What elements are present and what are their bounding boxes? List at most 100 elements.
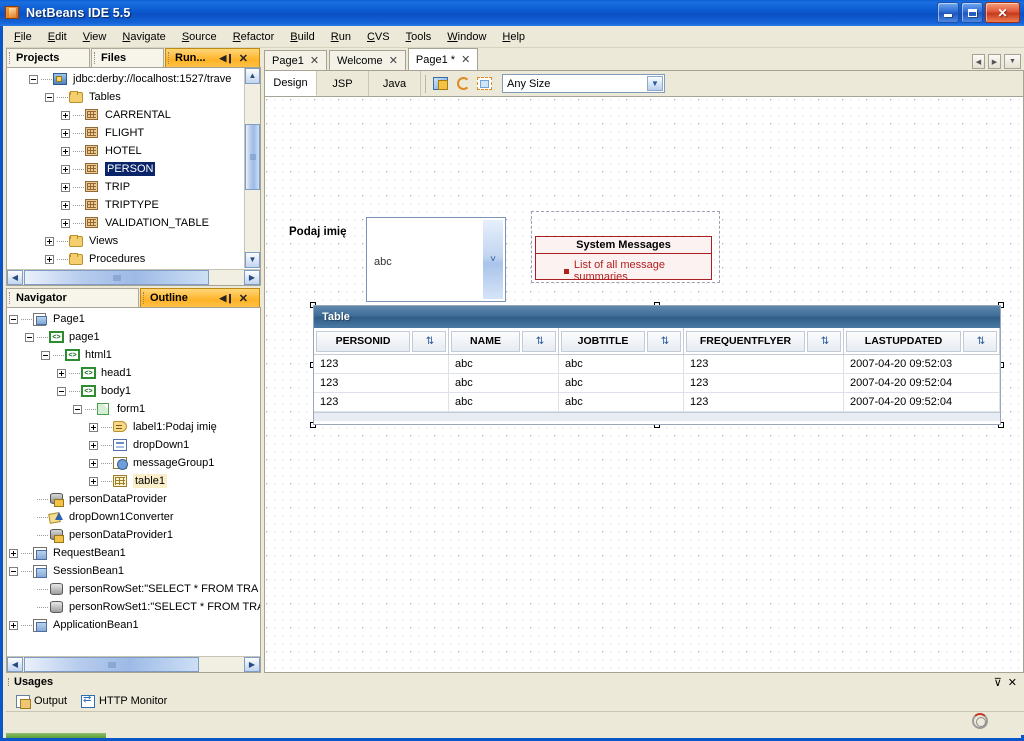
- tree-node[interactable]: table1: [7, 472, 260, 490]
- table-row[interactable]: 123 abc abc 123 2007-04-20 09:52:04: [314, 374, 1000, 393]
- collapse-icon[interactable]: [9, 566, 18, 576]
- refresh-icon[interactable]: [453, 74, 473, 94]
- close-button[interactable]: ✕: [985, 2, 1020, 23]
- expand-icon[interactable]: [9, 548, 18, 558]
- tree-node[interactable]: <> head1: [7, 364, 260, 382]
- expand-icon[interactable]: [61, 164, 70, 174]
- tab-files[interactable]: Files: [91, 48, 164, 67]
- tree-node[interactable]: PERSON: [7, 160, 243, 178]
- editor-tab-page1-modified[interactable]: Page1 * ✕: [407, 48, 479, 70]
- table-row[interactable]: 123 abc abc 123 2007-04-20 09:52:03: [314, 355, 1000, 374]
- tree-node[interactable]: TRIPTYPE: [7, 196, 243, 214]
- scroll-left-button[interactable]: ◀: [7, 270, 23, 285]
- menu-navigate[interactable]: Navigate: [114, 29, 173, 45]
- tree-node[interactable]: Views: [7, 232, 243, 250]
- tree-node[interactable]: jdbc:derby://localhost:1527/trave: [7, 70, 243, 88]
- menu-cvs[interactable]: CVS: [359, 29, 398, 45]
- menu-refactor[interactable]: Refactor: [225, 29, 283, 45]
- expand-icon[interactable]: [61, 182, 70, 192]
- scroll-right-button[interactable]: ▶: [244, 270, 260, 285]
- outline-tree[interactable]: Page1 <> page1 <> html1 <> head1 <> body1 form1 la…: [7, 308, 260, 655]
- view-tab-jsp[interactable]: JSP: [317, 71, 369, 96]
- sort-arrows-icon[interactable]: ⇅: [412, 330, 446, 352]
- tree-node[interactable]: form1: [7, 400, 260, 418]
- tab-runtime[interactable]: Run... ◀❙ ✕: [165, 48, 260, 67]
- design-label1[interactable]: Podaj imię: [289, 226, 347, 238]
- close-navigator-icon[interactable]: ✕: [239, 292, 248, 305]
- expand-icon[interactable]: [89, 476, 98, 486]
- tree-node[interactable]: personDataProvider1: [7, 526, 260, 544]
- expand-icon[interactable]: [61, 200, 70, 210]
- design-dropdown1[interactable]: abc ˅: [366, 217, 506, 302]
- menu-build[interactable]: Build: [282, 29, 322, 45]
- tree-node[interactable]: SessionBean1: [7, 562, 260, 580]
- view-tab-java[interactable]: Java: [369, 71, 421, 96]
- menu-edit[interactable]: Edit: [40, 29, 75, 45]
- chevron-down-icon[interactable]: ▼: [647, 76, 663, 91]
- runtime-tree-hscrollbar[interactable]: ◀ ▶: [7, 269, 260, 285]
- design-table1[interactable]: Table PERSONID ⇅ NAME ⇅ JOBTITLE ⇅ FREQUENTFLY…: [313, 305, 1001, 425]
- tree-node[interactable]: HOTEL: [7, 142, 243, 160]
- expand-icon[interactable]: [45, 254, 54, 264]
- tree-node[interactable]: ApplicationBean1: [7, 616, 260, 634]
- collapse-icon[interactable]: [9, 314, 18, 324]
- close-panel-icon[interactable]: ✕: [239, 52, 248, 65]
- collapse-icon[interactable]: [25, 332, 34, 342]
- expand-icon[interactable]: [61, 146, 70, 156]
- dropdown-chevron-icon[interactable]: ˅: [483, 220, 503, 299]
- expand-icon[interactable]: [9, 620, 18, 630]
- tree-node[interactable]: Procedures: [7, 250, 243, 268]
- expand-icon[interactable]: [61, 128, 70, 138]
- tab-next-button[interactable]: ▶: [988, 54, 1001, 69]
- outline-scroll-left-button[interactable]: ◀: [7, 657, 23, 672]
- collapse-icon[interactable]: [29, 74, 38, 84]
- tab-navigator[interactable]: Navigator: [6, 288, 139, 307]
- editor-tab-page1-close-icon[interactable]: ✕: [310, 54, 319, 67]
- expand-icon[interactable]: [61, 218, 70, 228]
- table-row[interactable]: 123 abc abc 123 2007-04-20 09:52:04: [314, 393, 1000, 412]
- expand-icon[interactable]: [89, 422, 98, 432]
- hscroll-thumb[interactable]: [24, 270, 209, 285]
- expand-icon[interactable]: [89, 458, 98, 468]
- tree-node[interactable]: personRowSet1:"SELECT * FROM TRA│: [7, 598, 260, 616]
- menu-source[interactable]: Source: [174, 29, 225, 45]
- minimize-usages-icon[interactable]: ⊽: [994, 676, 1002, 689]
- collapse-icon[interactable]: [45, 92, 54, 102]
- tab-projects[interactable]: Projects: [6, 48, 90, 67]
- expand-icon[interactable]: [45, 236, 54, 246]
- vscroll-thumb[interactable]: [245, 124, 260, 190]
- close-usages-icon[interactable]: ✕: [1008, 676, 1017, 689]
- tree-node[interactable]: dropDown1Converter: [7, 508, 260, 526]
- sort-arrows-icon[interactable]: ⇅: [807, 330, 841, 352]
- design-message-group1[interactable]: System Messages List of all message summ…: [531, 211, 720, 283]
- tab-prev-button[interactable]: ◀: [972, 54, 985, 69]
- tree-node[interactable]: <> body1: [7, 382, 260, 400]
- runtime-tree[interactable]: jdbc:derby://localhost:1527/trave Tables C…: [7, 68, 243, 268]
- scroll-down-button[interactable]: ▼: [245, 252, 260, 268]
- float-navigator-icon[interactable]: ◀❙: [219, 293, 233, 304]
- menu-run[interactable]: Run: [323, 29, 359, 45]
- outline-scroll-right-button[interactable]: ▶: [244, 657, 260, 672]
- editor-tab-welcome[interactable]: Welcome ✕: [329, 50, 406, 70]
- collapse-icon[interactable]: [41, 350, 50, 360]
- tree-node[interactable]: Page1: [7, 310, 260, 328]
- show-grid-icon[interactable]: [475, 74, 495, 94]
- editor-tab-welcome-close-icon[interactable]: ✕: [389, 54, 398, 67]
- tree-node[interactable]: <> html1: [7, 346, 260, 364]
- maximize-button[interactable]: [961, 2, 983, 23]
- collapse-icon[interactable]: [57, 386, 66, 396]
- minimize-button[interactable]: [937, 2, 959, 23]
- outline-hscroll-thumb[interactable]: [24, 657, 199, 672]
- preview-in-browser-icon[interactable]: [431, 74, 451, 94]
- tree-node[interactable]: <> page1: [7, 328, 260, 346]
- page-size-combo[interactable]: Any Size ▼: [502, 74, 665, 93]
- menu-window[interactable]: Window: [439, 29, 494, 45]
- float-panel-icon[interactable]: ◀❙: [219, 53, 233, 64]
- tab-outline[interactable]: Outline ◀❙ ✕: [140, 288, 260, 307]
- tree-node[interactable]: personRowSet:"SELECT * FROM TRA│: [7, 580, 260, 598]
- tab-list-button[interactable]: ▼: [1004, 54, 1021, 69]
- editor-tab-page1-modified-close-icon[interactable]: ✕: [461, 53, 470, 66]
- menu-help[interactable]: Help: [494, 29, 533, 45]
- tree-node[interactable]: CARRENTAL: [7, 106, 243, 124]
- runtime-tree-vscrollbar[interactable]: ▲ ▼: [244, 68, 260, 268]
